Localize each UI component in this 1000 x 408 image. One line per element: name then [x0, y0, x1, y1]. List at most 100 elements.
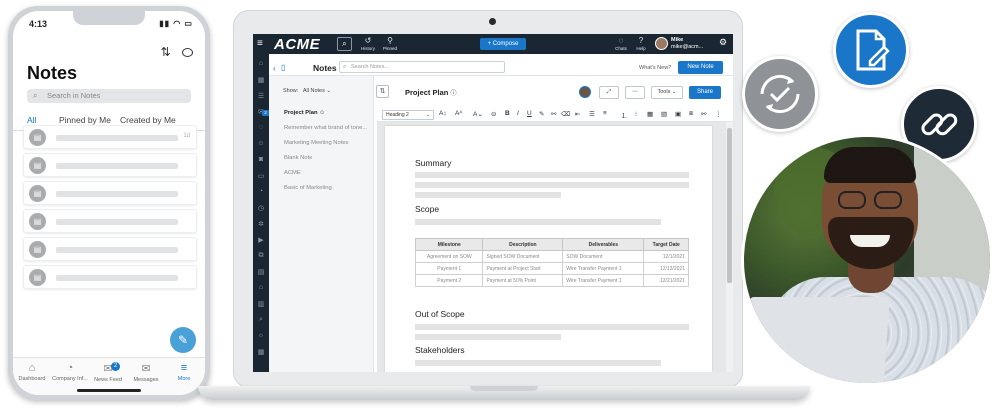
org-icon[interactable]: ⧉ [256, 252, 266, 260]
nav-dashboard[interactable]: ⌂ Dashboard [13, 362, 51, 382]
chevron-down-icon: ⌄ [326, 88, 331, 94]
search-icon[interactable]: ⌕ [337, 37, 352, 51]
list-item[interactable]: ▤ [23, 181, 197, 205]
link-icon[interactable]: ⚯ [551, 110, 556, 118]
table-cell: Payment 1 [414, 262, 484, 275]
table-icon[interactable]: ▦ [256, 348, 266, 356]
table-header-row: Milestone Description Deliverables Targe… [414, 238, 689, 251]
list-item[interactable]: ▤ [23, 153, 197, 177]
status-time: 4:13 [29, 19, 48, 29]
new-note-fab[interactable]: ✎ [170, 327, 196, 353]
chart-icon[interactable]: ◔ [256, 188, 266, 195]
indent-icon[interactable]: ⇤ [575, 110, 580, 118]
help-button[interactable]: ? Help [629, 36, 653, 51]
video-icon[interactable]: ▶ [256, 236, 266, 244]
list-item[interactable]: ▤ [23, 237, 197, 261]
avatar[interactable] [655, 37, 668, 50]
list-icon[interactable]: ☰ [256, 92, 266, 100]
compose-button[interactable]: + Compose [480, 38, 526, 50]
calendar-icon[interactable]: ▦ [256, 76, 266, 84]
attach-icon[interactable]: ⚯ [701, 110, 706, 118]
heading-select[interactable]: Heading 2 ⌄ [382, 110, 434, 120]
user-menu[interactable]: Mike mike@acm... [671, 37, 703, 51]
nav-news-feed[interactable]: ✉ News Feed 2 [89, 362, 127, 383]
table-icon[interactable]: ▦ [647, 110, 653, 118]
grid-icon[interactable]: ▤ [256, 268, 266, 276]
eraser-icon[interactable]: ⌫ [561, 110, 570, 118]
history-button[interactable]: ↺ History [356, 36, 380, 51]
camera-icon[interactable]: ◙ [256, 156, 266, 163]
insert-image-icon[interactable]: ▣ [675, 110, 681, 118]
mail-icon: ✉ [141, 363, 151, 375]
code-icon[interactable]: ⧈ [689, 110, 693, 118]
building-icon[interactable]: ⌂ [256, 284, 266, 291]
font-size-icon[interactable]: A↕ [439, 110, 447, 117]
align-icon[interactable]: ≡ [603, 110, 607, 117]
photo-smile [850, 235, 890, 247]
search-input[interactable]: ⌕ Search in Notes [27, 89, 191, 103]
tab-created-by-me[interactable]: Created by Me [120, 115, 176, 125]
gear-icon[interactable]: ⚙ [719, 37, 727, 48]
list-item[interactable]: ▤ [23, 209, 197, 233]
list-icon[interactable]: ☰ [589, 110, 595, 118]
chat-icon[interactable]: ◌ [256, 124, 266, 131]
text-color-icon[interactable]: A⌄ [473, 110, 483, 118]
home-icon[interactable]: ⌂ [256, 60, 266, 67]
more-button[interactable]: ••• [625, 86, 645, 99]
expand-button[interactable]: ⤢ [599, 86, 619, 99]
note-list-item[interactable]: Basic of Marketing [284, 185, 372, 191]
image-icon[interactable]: ▧ [661, 110, 667, 118]
folder-icon[interactable]: ▭ [256, 172, 266, 180]
hamburger-icon[interactable]: ≡ [257, 38, 263, 49]
note-list-item[interactable]: Project Plan ☺ [284, 110, 372, 116]
list-item[interactable]: ▤ [23, 265, 197, 289]
more-vertical-icon[interactable]: ⋮ [715, 110, 722, 118]
person-photo [741, 134, 993, 386]
new-note-button[interactable]: New Note [678, 61, 723, 74]
history-icon: ↺ [364, 36, 372, 45]
status-icons: ▮▮ ◠ ▭ [159, 19, 193, 28]
back-icon[interactable]: ‹ [273, 64, 276, 73]
underline-icon[interactable]: U [527, 110, 532, 117]
notes-filter[interactable]: Show: All Notes ⌄ [283, 88, 331, 94]
list-item[interactable]: ▤ 1d [23, 125, 197, 149]
notes-search-input[interactable]: ⌕ Search Notes... [339, 61, 505, 73]
scrollbar-thumb[interactable] [727, 128, 732, 283]
tab-all[interactable]: All [27, 115, 36, 125]
menu-icon: ≡ [180, 362, 188, 374]
sort-icon[interactable]: ⇅ [376, 85, 389, 98]
tab-pinned-by-me[interactable]: Pinned by Me [59, 115, 111, 125]
note-list-item[interactable]: Blank Note [284, 155, 372, 161]
sort-icon[interactable]: ⇅ [161, 45, 171, 59]
strikethrough-icon[interactable]: ⊝ [491, 110, 496, 118]
whats-new-link[interactable]: What's New? [639, 65, 671, 71]
nav-more[interactable]: ≡ More [165, 362, 203, 382]
note-list-item[interactable]: ACME [284, 170, 372, 176]
font-family-icon[interactable]: Aᴬ [455, 110, 462, 117]
search-icon[interactable]: ⌕ [256, 316, 266, 324]
photo-hair [824, 147, 916, 183]
chat-icon[interactable] [182, 48, 193, 58]
collaborator-avatar[interactable] [579, 86, 591, 98]
highlight-icon[interactable]: ✎ [539, 110, 544, 118]
home-icon: ⌂ [28, 362, 36, 374]
nav-company-info[interactable]: ◔ Company Inf... [51, 362, 89, 382]
info-icon: ⓘ [450, 91, 457, 97]
share-button[interactable]: Share [689, 86, 721, 99]
book-icon[interactable]: ▥ [256, 300, 266, 308]
bulleted-list-icon[interactable]: ⁝ [635, 110, 637, 118]
pinned-button[interactable]: ⚲ Pinned [378, 36, 402, 51]
bold-icon[interactable]: B [505, 110, 510, 117]
people-icon[interactable]: ☺ [256, 140, 266, 147]
nav-label: Company Inf... [52, 376, 88, 382]
tools-dropdown[interactable]: Tools ⌄ [651, 86, 683, 99]
numbered-list-icon[interactable]: ⒈ [621, 110, 628, 120]
note-list-item[interactable]: Marketing Meeting Notes [284, 140, 372, 146]
italic-icon[interactable]: I [517, 110, 519, 117]
gear-icon[interactable]: ✲ [256, 220, 266, 228]
nav-messages[interactable]: ✉ Messages [127, 362, 165, 383]
filter-value: All Notes [302, 88, 325, 94]
clock-icon[interactable]: ◷ [256, 204, 266, 212]
note-list-item[interactable]: Remember what brand of tone... [284, 125, 372, 131]
bulb-icon[interactable]: ☼ [256, 332, 266, 339]
